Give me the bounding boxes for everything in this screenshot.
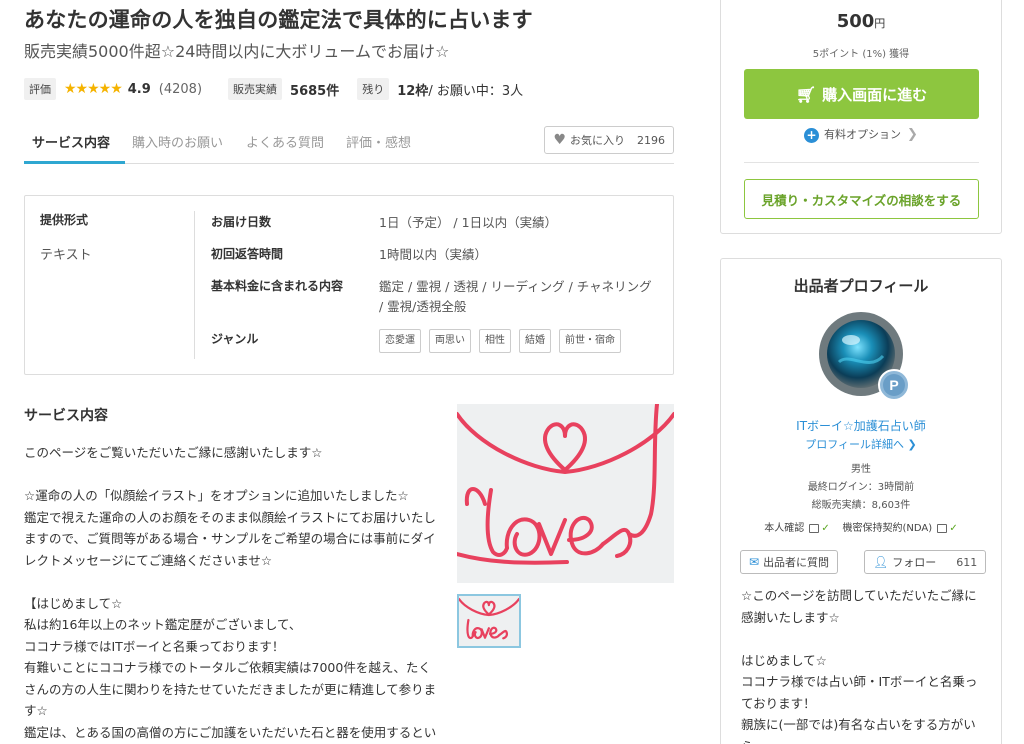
profile-detail-link[interactable]: プロフィール詳細へ ❯ xyxy=(721,436,1001,452)
follow-label: フォロー xyxy=(892,556,937,569)
first-reply-label: 初回返答時間 xyxy=(211,247,284,261)
service-tabs: サービス内容 購入時のお願い よくある質問 評価・感想 ♥ お気に入り 2196 xyxy=(24,124,674,164)
total-sales: 総販売実績：8,603件 xyxy=(811,500,911,511)
svg-text:P: P xyxy=(889,377,898,393)
buy-button[interactable]: 🛒︎ 購入画面に進む xyxy=(744,69,979,119)
add-user-icon: 👤︎ xyxy=(873,555,889,569)
tab-service-content[interactable]: サービス内容 xyxy=(32,132,110,151)
nda-label: 機密保持契約(NDA) xyxy=(842,523,933,534)
favorite-label: お気に入り xyxy=(570,134,625,147)
tab-purchase-request[interactable]: 購入時のお願い xyxy=(132,132,223,151)
star-rating-icon: ★★★★★ xyxy=(64,81,123,97)
favorite-count: 2196 xyxy=(637,133,665,147)
included-value: 鑑定 / 霊視 / 透視 / リーディング / チャネリング / 霊視/透視全般 xyxy=(379,279,652,314)
genre-label: ジャンル xyxy=(211,332,259,346)
platinum-badge-icon: P xyxy=(877,368,911,402)
genre-tag[interactable]: 前世・宿命 xyxy=(559,329,621,353)
rating-value: 4.9 xyxy=(127,81,151,97)
format-label: 提供形式 xyxy=(40,213,89,227)
last-login: 最終ログイン：3時間前 xyxy=(807,482,915,493)
cart-icon: 🛒︎ xyxy=(795,84,817,104)
remaining-slots: 12枠 xyxy=(397,83,429,99)
service-thumbnail[interactable] xyxy=(457,594,521,648)
sales-count: 5685件 xyxy=(290,83,340,99)
id-verify-label: 本人確認 xyxy=(764,523,805,534)
follow-button[interactable]: 👤︎ フォロー 611 xyxy=(864,550,987,574)
document-icon xyxy=(937,523,948,533)
verification-status: 本人確認 ✓ 機密保持契約(NDA) ✓ xyxy=(721,519,1001,534)
ask-seller-button[interactable]: ✉ 出品者に質問 xyxy=(740,550,839,574)
ask-label: 出品者に質問 xyxy=(763,556,830,569)
format-section: 提供形式 テキスト xyxy=(40,211,195,359)
paid-options-link[interactable]: + 有料オプション ❯ xyxy=(721,126,1001,143)
genre-list: 恋愛運 両思い 相性 結婚 前世・宿命 xyxy=(379,329,659,353)
genre-tag[interactable]: 恋愛運 xyxy=(379,329,421,353)
chevron-right-icon: ❯ xyxy=(907,127,918,142)
format-value: テキスト xyxy=(40,248,92,263)
check-icon: ✓ xyxy=(949,523,958,534)
favorite-button[interactable]: ♥ お気に入り 2196 xyxy=(544,126,674,154)
tab-faq[interactable]: よくある質問 xyxy=(246,132,324,151)
points-earned: 5ポイント (1%) 獲得 xyxy=(812,49,910,60)
price: 500円 xyxy=(721,11,1001,32)
first-reply-value: 1時間以内（実績） xyxy=(379,247,487,262)
seller-profile-panel: 出品者プロフィール P ITボーイ☆加護石占い師 プロフィール詳細へ ❯ 男性 … xyxy=(720,258,1002,744)
tab-reviews[interactable]: 評価・感想 xyxy=(346,132,411,151)
sales-tag: 販売実績 xyxy=(228,78,283,100)
service-info-box: 提供形式 テキスト お届け日数 1日（予定） / 1日以内（実績） 初回返答時間… xyxy=(24,195,674,375)
price-currency: 円 xyxy=(874,17,886,30)
love-wire-art xyxy=(457,404,674,583)
description-text: このページをご覧いただいたご縁に感謝いたします☆ ☆運命の人の「似顔絵イラスト」… xyxy=(24,445,437,740)
profile-title: 出品者プロフィール xyxy=(793,277,929,295)
check-icon: ✓ xyxy=(821,523,830,534)
service-subtitle: 販売実績5000件超☆24時間以内に大ボリュームでお届け☆ xyxy=(24,42,450,61)
service-stats: 評価 ★★★★★ 4.9 (4208) 販売実績 5685件 残り 12枠 / … xyxy=(24,78,523,100)
purchase-panel: 500円 5ポイント (1%) 獲得 🛒︎ 購入画面に進む + 有料オプション ❯ … xyxy=(720,0,1002,234)
love-wire-thumbnail xyxy=(459,596,519,646)
service-main-image[interactable] xyxy=(457,404,674,583)
genre-tag[interactable]: 相性 xyxy=(479,329,511,353)
plus-icon: + xyxy=(804,127,820,143)
heart-icon: ♥ xyxy=(553,132,566,148)
seller-gender: 男性 xyxy=(851,464,871,475)
option-label: 有料オプション xyxy=(824,128,902,141)
id-card-icon xyxy=(809,523,820,533)
rating-tag: 評価 xyxy=(24,78,56,100)
delivery-label: お届け日数 xyxy=(211,215,272,229)
included-label: 基本料金に含まれる内容 xyxy=(211,279,344,293)
seller-intro: ☆このページを訪問していただいたご縁に感謝いたします☆ はじめまして☆ ココナラ… xyxy=(741,588,978,744)
remaining-tag: 残り xyxy=(357,78,390,100)
in-progress-count: / お願い中：3人 xyxy=(428,83,524,99)
description-title: サービス内容 xyxy=(24,408,108,424)
review-count[interactable]: (4208) xyxy=(159,82,202,97)
delivery-value: 1日（予定） / 1日以内（実績） xyxy=(379,215,558,230)
service-title: あなたの運命の人を独自の鑑定法で具体的に占います xyxy=(24,8,533,32)
follow-count: 611 xyxy=(956,555,978,569)
genre-tag[interactable]: 両思い xyxy=(429,329,471,353)
consult-button[interactable]: 見積り・カスタマイズの相談をする xyxy=(744,179,979,219)
mail-icon: ✉ xyxy=(749,555,760,569)
seller-name[interactable]: ITボーイ☆加護石占い師 xyxy=(721,417,1001,434)
active-tab-indicator xyxy=(24,161,125,164)
divider xyxy=(744,162,979,163)
genre-tag[interactable]: 結婚 xyxy=(519,329,551,353)
buy-label: 購入画面に進む xyxy=(822,85,928,104)
price-value: 500 xyxy=(836,11,875,32)
